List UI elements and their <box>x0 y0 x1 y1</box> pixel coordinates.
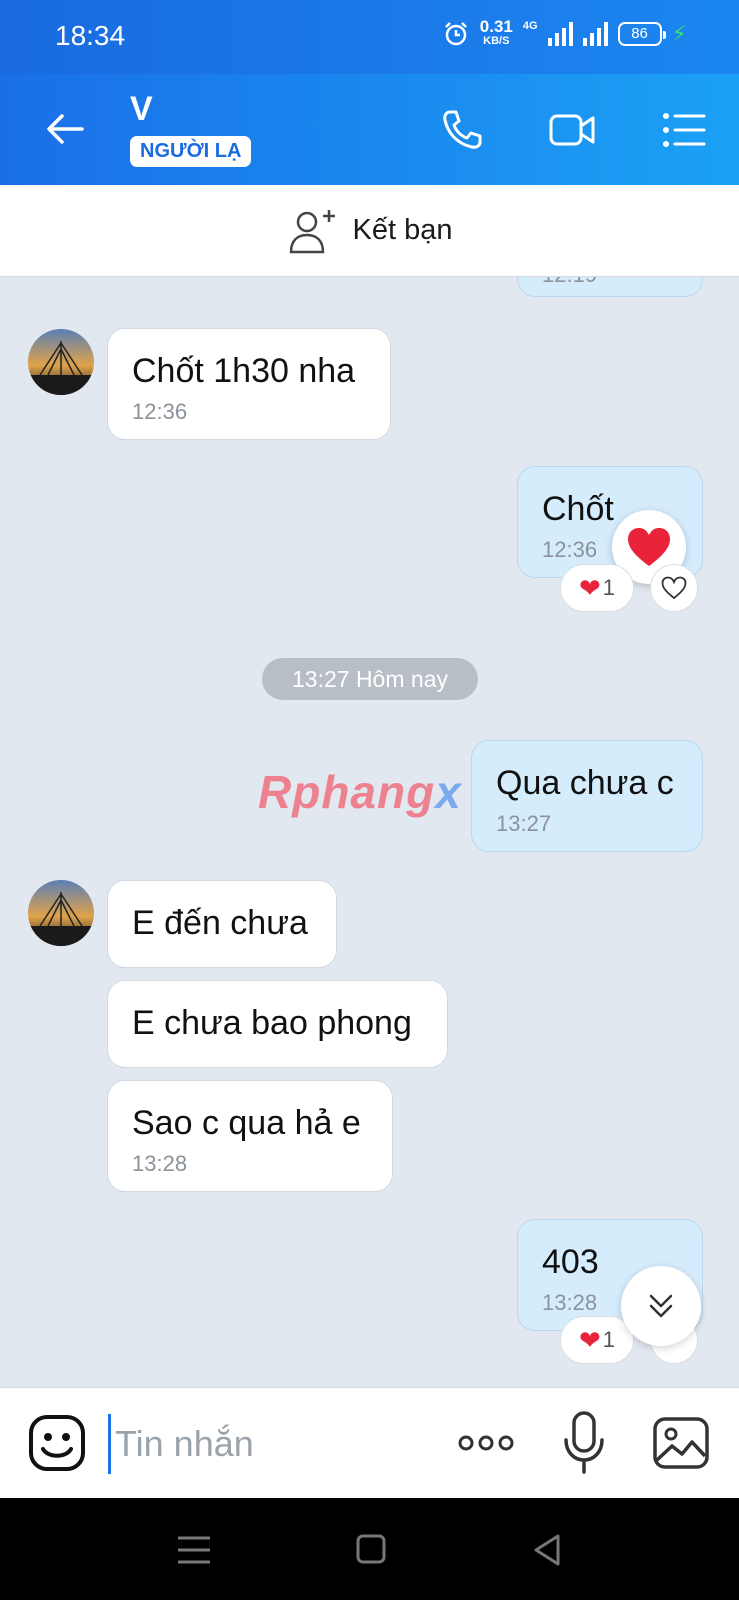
home-icon[interactable] <box>350 1532 390 1568</box>
net-speed-value: 0.31 <box>479 17 513 36</box>
menu-list-icon[interactable] <box>658 104 710 156</box>
message-bubble-outgoing[interactable]: Qua chưa c 13:27 <box>471 740 703 852</box>
contact-avatar[interactable] <box>28 880 94 946</box>
scroll-to-bottom-button[interactable] <box>621 1266 701 1346</box>
message-bubble-incoming[interactable]: E đến chưa <box>107 880 337 968</box>
message-bubble-incoming[interactable]: Sao c qua hả e 13:28 <box>107 1080 393 1192</box>
phone-icon[interactable] <box>436 104 488 156</box>
contact-name[interactable]: V <box>130 90 153 129</box>
message-bubble-incoming[interactable]: E chưa bao phong <box>107 980 448 1068</box>
image-gallery-icon[interactable] <box>652 1416 710 1470</box>
message-text: E chưa bao phong <box>132 1004 412 1042</box>
status-icons: 0.31 KB/S 4G 86 ⚡ <box>442 17 687 48</box>
contact-avatar[interactable] <box>28 329 94 395</box>
reaction-count-badge[interactable]: ❤ 1 <box>560 564 634 612</box>
message-input[interactable] <box>108 1414 428 1474</box>
status-bar: 18:34 0.31 KB/S 4G 86 ⚡ <box>0 0 739 74</box>
status-time: 18:34 <box>55 20 126 51</box>
net-speed-unit: KB/S <box>483 35 510 47</box>
more-options-icon[interactable] <box>458 1428 514 1458</box>
back-nav-icon[interactable] <box>528 1532 568 1568</box>
message-time: 12:19 <box>542 277 678 288</box>
system-nav-bar <box>0 1498 739 1600</box>
heart-outline-icon <box>661 576 687 600</box>
heart-icon: ❤ <box>578 572 601 603</box>
message-text: E đến chưa <box>132 904 308 942</box>
message-bubble-outgoing[interactable]: 12:19 <box>517 277 703 297</box>
battery-icon: 86 <box>617 22 666 46</box>
back-arrow-icon[interactable] <box>40 104 90 154</box>
chat-area[interactable]: 12:19 Chốt 1h30 nha 12:36 Chốt 12:36 ❤ 1… <box>0 277 739 1387</box>
charging-icon: ⚡ <box>671 21 687 46</box>
date-separator: 13:27 Hôm nay <box>262 658 478 700</box>
double-chevron-down-icon <box>649 1294 673 1318</box>
reaction-count-badge[interactable]: ❤ 1 <box>560 1316 634 1364</box>
composer-bar <box>0 1387 739 1498</box>
watermark-part1: Rphang <box>258 766 436 818</box>
watermark: Rphangx <box>258 765 462 819</box>
message-text: Chốt 1h30 nha <box>132 352 356 390</box>
chat-header: V NGƯỜI LẠ <box>0 74 739 185</box>
signal-icon-2 <box>582 22 608 46</box>
message-time: 12:36 <box>132 399 188 424</box>
message-time: 13:28 <box>132 1151 188 1176</box>
add-friend-button[interactable]: Kết bạn <box>0 185 739 277</box>
watermark-part2: x <box>435 766 462 818</box>
microphone-icon[interactable] <box>562 1408 606 1478</box>
reaction-count: 1 <box>602 1327 616 1352</box>
add-friend-label: Kết bạn <box>352 214 453 246</box>
signal-icon-1 <box>547 22 573 46</box>
add-friend-icon <box>289 209 335 253</box>
net-speed: 0.31 KB/S <box>479 17 513 48</box>
add-reaction-button[interactable] <box>650 564 698 612</box>
heart-icon: ❤ <box>578 1324 601 1355</box>
heart-icon <box>628 528 670 566</box>
sticker-icon[interactable] <box>28 1414 86 1472</box>
recent-apps-icon[interactable] <box>174 1532 214 1568</box>
stranger-badge: NGƯỜI LẠ <box>130 136 252 167</box>
message-bubble-incoming[interactable]: Chốt 1h30 nha 12:36 <box>107 328 391 440</box>
message-text: Qua chưa c <box>496 764 674 802</box>
video-call-icon[interactable] <box>546 104 598 156</box>
alarm-icon <box>444 22 467 46</box>
message-text: Sao c qua hả e <box>132 1104 361 1142</box>
reaction-count: 1 <box>602 575 616 600</box>
message-time: 13:27 <box>496 811 552 836</box>
network-type: 4G <box>522 20 538 32</box>
